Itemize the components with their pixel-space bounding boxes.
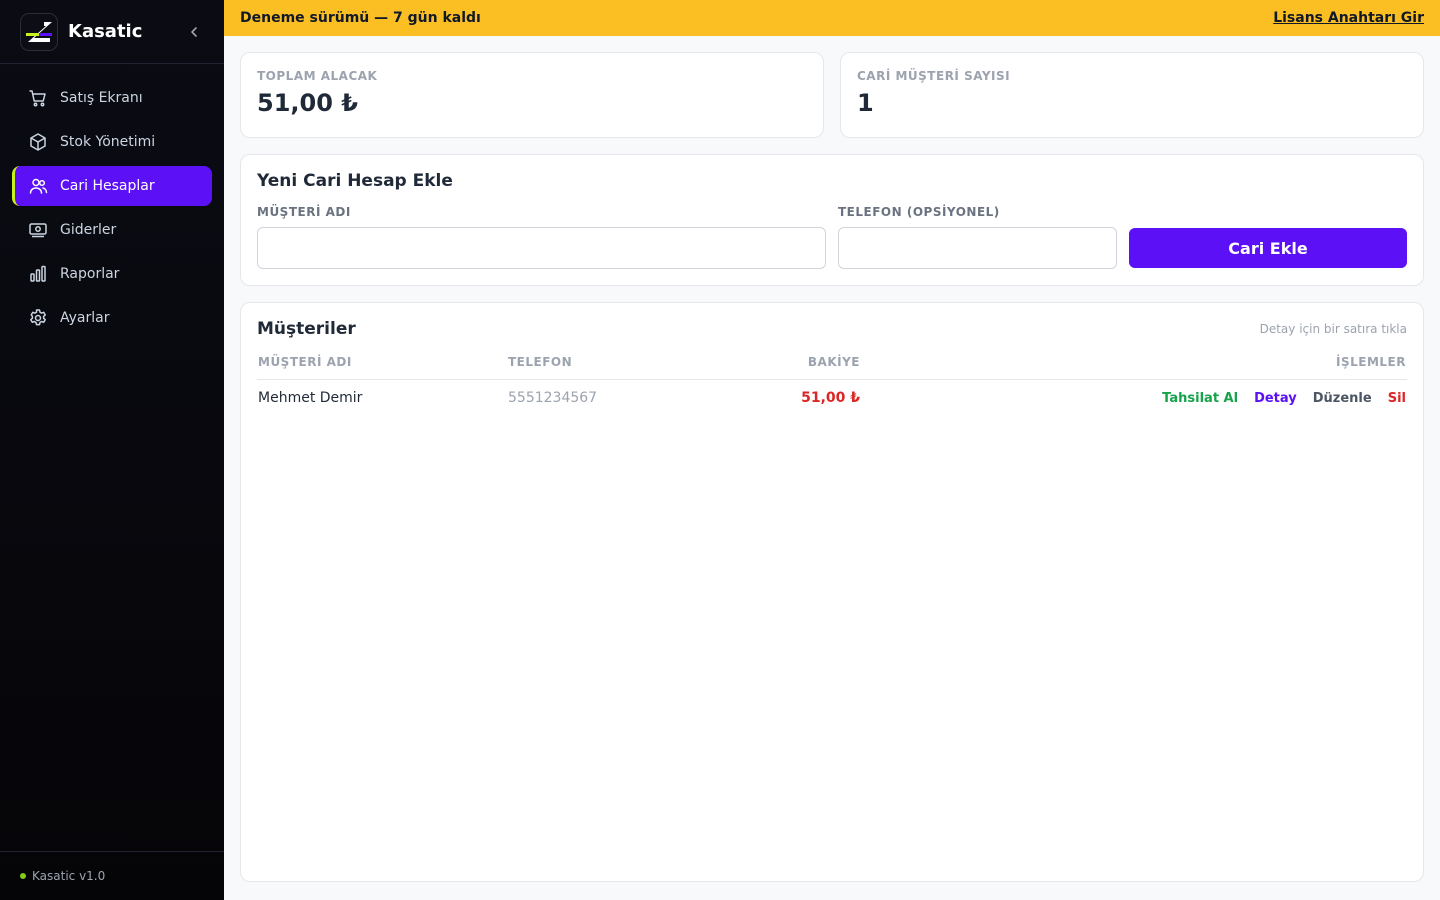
brand: Kasatic <box>0 0 224 64</box>
status-dot-icon <box>20 873 26 879</box>
total-receivable-value: 51,00 ₺ <box>257 89 358 117</box>
sidebar-footer: Kasatic v1.0 <box>0 851 224 900</box>
customers-title: Müşteriler <box>257 319 356 339</box>
cart-icon <box>28 88 48 108</box>
new-account-title: Yeni Cari Hesap Ekle <box>257 171 453 191</box>
customer-balance-cell: 51,00 ₺ <box>801 390 860 406</box>
sidebar-item-label: Cari Hesaplar <box>60 178 155 194</box>
box-icon <box>28 132 48 152</box>
trial-banner: Deneme sürümü — 7 gün kaldı Lisans Anaht… <box>224 0 1440 36</box>
sidebar-item-accounts[interactable]: Cari Hesaplar <box>12 166 212 206</box>
customer-phone-cell: 5551234567 <box>508 390 598 406</box>
users-icon <box>28 176 48 196</box>
phone-input[interactable] <box>838 227 1117 269</box>
customer-name-input[interactable] <box>257 227 826 269</box>
column-header-balance: BAKİYE <box>757 355 861 380</box>
customer-name-cell: Mehmet Demir <box>258 390 363 406</box>
add-account-button[interactable]: Cari Ekle <box>1129 228 1407 268</box>
sidebar-item-label: Giderler <box>60 222 117 238</box>
app-version: Kasatic v1.0 <box>32 869 106 883</box>
delete-button[interactable]: Sil <box>1388 391 1406 406</box>
bar-chart-icon <box>28 264 48 284</box>
sidebar-item-label: Stok Yönetimi <box>60 134 156 150</box>
sidebar-item-label: Raporlar <box>60 266 120 282</box>
sidebar-item-label: Satış Ekranı <box>60 90 143 106</box>
trial-banner-text: Deneme sürümü — 7 gün kaldı <box>240 10 481 26</box>
sidebar-item-reports[interactable]: Raporlar <box>12 254 212 294</box>
column-header-phone: TELEFON <box>507 355 757 380</box>
collect-payment-button[interactable]: Tahsilat Al <box>1162 391 1238 406</box>
new-account-card: Yeni Cari Hesap Ekle MÜŞTERİ ADI TELEFON… <box>240 154 1424 286</box>
stat-label: TOPLAM ALACAK <box>257 69 378 83</box>
app-name: Kasatic <box>68 21 143 42</box>
sidebar-item-settings[interactable]: Ayarlar <box>12 298 212 338</box>
phone-label: TELEFON (OPSİYONEL) <box>838 205 1000 219</box>
table-row[interactable]: Mehmet Demir 5551234567 51,00 ₺ Tahsilat… <box>257 380 1407 417</box>
stats-row: TOPLAM ALACAK 51,00 ₺ CARİ MÜŞTERİ SAYIS… <box>240 52 1424 138</box>
actions-cell: Tahsilat Al Detay Düzenle Sil <box>861 380 1407 417</box>
phone-field: TELEFON (OPSİYONEL) <box>838 205 1117 269</box>
customers-card: Müşteriler Detay için bir satıra tıkla M… <box>240 302 1424 882</box>
sidebar-item-label: Ayarlar <box>60 310 110 326</box>
customer-count-value: 1 <box>857 89 874 117</box>
main-content: Deneme sürümü — 7 gün kaldı Lisans Anaht… <box>224 0 1440 900</box>
customers-table: MÜŞTERİ ADI TELEFON BAKİYE İŞLEMLER Mehm… <box>257 355 1407 416</box>
edit-button[interactable]: Düzenle <box>1313 391 1372 406</box>
sidebar-item-expenses[interactable]: Giderler <box>12 210 212 250</box>
gear-icon <box>28 308 48 328</box>
sidebar: Kasatic Satış Ekranı Stok Yönetimi Cari … <box>0 0 224 900</box>
detail-button[interactable]: Detay <box>1254 391 1297 406</box>
table-header-row: MÜŞTERİ ADI TELEFON BAKİYE İŞLEMLER <box>257 355 1407 380</box>
customers-hint: Detay için bir satıra tıkla <box>1259 322 1407 336</box>
customer-count-card: CARİ MÜŞTERİ SAYISI 1 <box>840 52 1424 138</box>
sidebar-item-stock[interactable]: Stok Yönetimi <box>12 122 212 162</box>
sidebar-nav: Satış Ekranı Stok Yönetimi Cari Hesaplar… <box>0 64 224 356</box>
kasatic-logo <box>20 12 58 51</box>
customer-name-field: MÜŞTERİ ADI <box>257 205 826 269</box>
column-header-name: MÜŞTERİ ADI <box>257 355 507 380</box>
customer-name-label: MÜŞTERİ ADI <box>257 205 351 219</box>
total-receivable-card: TOPLAM ALACAK 51,00 ₺ <box>240 52 824 138</box>
sidebar-item-sales[interactable]: Satış Ekranı <box>12 78 212 118</box>
cash-icon <box>28 220 48 240</box>
chevron-left-icon <box>191 26 197 37</box>
enter-license-link[interactable]: Lisans Anahtarı Gir <box>1273 10 1424 26</box>
stat-label: CARİ MÜŞTERİ SAYISI <box>857 69 1011 83</box>
new-account-form: MÜŞTERİ ADI TELEFON (OPSİYONEL) Cari Ekl… <box>257 205 1407 269</box>
column-header-actions: İŞLEMLER <box>861 355 1407 380</box>
collapse-sidebar-button[interactable] <box>184 22 204 42</box>
